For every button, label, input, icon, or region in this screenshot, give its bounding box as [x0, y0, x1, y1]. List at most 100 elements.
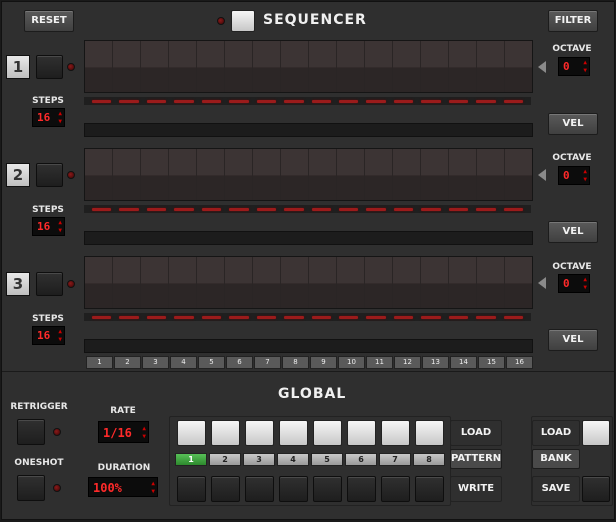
- step-number-4: 4: [170, 356, 197, 369]
- track-mute-button[interactable]: [36, 272, 63, 296]
- page-title: SEQUENCER: [263, 12, 367, 28]
- sequencer-panel: RESET SEQUENCER FILTER 1 OCTAVE 0 ▲ ▼ STEP…: [1, 1, 615, 520]
- pattern-select-7[interactable]: 7: [379, 453, 411, 466]
- octave-display[interactable]: 0 ▲ ▼: [558, 57, 590, 76]
- sequencer-led: [217, 17, 225, 25]
- pattern-write-button[interactable]: WRITE: [450, 476, 502, 502]
- pattern-write-slot-1[interactable]: [177, 476, 206, 502]
- pattern-write-slot-4[interactable]: [279, 476, 308, 502]
- track-led: [67, 280, 75, 288]
- step-number-12: 12: [394, 356, 421, 369]
- step-led-row: [84, 205, 531, 213]
- bank-save-button[interactable]: SAVE: [532, 476, 580, 502]
- pattern-label: PATTERN: [450, 449, 502, 469]
- up-down-arrows-icon: ▲ ▼: [58, 219, 62, 234]
- octave-value: 0: [563, 277, 570, 290]
- pattern-load-slot-1[interactable]: [177, 420, 206, 446]
- pattern-load-slot-7[interactable]: [381, 420, 410, 446]
- octave-display[interactable]: 0 ▲ ▼: [558, 166, 590, 185]
- pattern-load-slot-5[interactable]: [313, 420, 342, 446]
- arrow-left-icon: [538, 61, 546, 73]
- oneshot-button[interactable]: [17, 475, 45, 501]
- step-number-6: 6: [226, 356, 253, 369]
- pattern-load-slot-6[interactable]: [347, 420, 376, 446]
- octave-label: OCTAVE: [552, 153, 592, 163]
- vel-button[interactable]: VEL: [548, 329, 598, 351]
- pattern-select-4[interactable]: 4: [277, 453, 309, 466]
- steps-value: 16: [37, 220, 51, 233]
- pattern-write-slot-2[interactable]: [211, 476, 240, 502]
- pattern-write-slot-6[interactable]: [347, 476, 376, 502]
- rate-label: RATE: [110, 406, 136, 416]
- step-number-11: 11: [366, 356, 393, 369]
- velocity-bar[interactable]: [84, 231, 533, 245]
- pattern-select-3[interactable]: 3: [243, 453, 275, 466]
- octave-display[interactable]: 0 ▲ ▼: [558, 274, 590, 293]
- track-led: [67, 63, 75, 71]
- pattern-load-slot-3[interactable]: [245, 420, 274, 446]
- pattern-load-slot-2[interactable]: [211, 420, 240, 446]
- filter-button[interactable]: FILTER: [548, 10, 598, 32]
- step-number-3: 3: [142, 356, 169, 369]
- step-number-1: 1: [86, 356, 113, 369]
- pattern-select-6[interactable]: 6: [345, 453, 377, 466]
- steps-display[interactable]: 16 ▲ ▼: [32, 217, 65, 236]
- pattern-select-2[interactable]: 2: [209, 453, 241, 466]
- steps-display[interactable]: 16 ▲ ▼: [32, 108, 65, 127]
- up-down-arrows-icon: ▲ ▼: [142, 425, 146, 440]
- bank-load-button[interactable]: LOAD: [532, 420, 580, 446]
- steps-value: 16: [37, 111, 51, 124]
- vel-button[interactable]: VEL: [548, 221, 598, 243]
- step-number-2: 2: [114, 356, 141, 369]
- pattern-write-slot-3[interactable]: [245, 476, 274, 502]
- arrow-left-icon: [538, 277, 546, 289]
- pattern-load-slot-8[interactable]: [415, 420, 444, 446]
- pattern-write-slot-8[interactable]: [415, 476, 444, 502]
- step-number-5: 5: [198, 356, 225, 369]
- velocity-bar[interactable]: [84, 123, 533, 137]
- rate-display[interactable]: 1/16 ▲ ▼: [98, 421, 149, 443]
- bank-save-toggle[interactable]: [582, 476, 610, 502]
- up-down-arrows-icon: ▲ ▼: [58, 328, 62, 343]
- track-mute-button[interactable]: [36, 163, 63, 187]
- velocity-bar[interactable]: [84, 339, 533, 353]
- pattern-load-slot-4[interactable]: [279, 420, 308, 446]
- sequencer-toggle-button[interactable]: [231, 10, 255, 32]
- bank-load-toggle[interactable]: [582, 420, 610, 446]
- oneshot-label: ONESHOT: [14, 458, 64, 468]
- global-title: GLOBAL: [278, 386, 347, 402]
- duration-display[interactable]: 100% ▲ ▼: [88, 477, 158, 497]
- reset-button[interactable]: RESET: [24, 10, 74, 32]
- note-grid[interactable]: [84, 148, 533, 201]
- section-divider: [2, 371, 614, 372]
- pattern-select-5[interactable]: 5: [311, 453, 343, 466]
- pattern-load-button[interactable]: LOAD: [450, 420, 502, 446]
- steps-value: 16: [37, 329, 51, 342]
- steps-label: STEPS: [32, 205, 64, 215]
- up-down-arrows-icon: ▲ ▼: [583, 168, 587, 183]
- steps-label: STEPS: [32, 96, 64, 106]
- octave-value: 0: [563, 60, 570, 73]
- up-down-arrows-icon: ▲ ▼: [583, 59, 587, 74]
- note-grid[interactable]: [84, 256, 533, 309]
- pattern-select-8[interactable]: 8: [413, 453, 445, 466]
- up-down-arrows-icon: ▲ ▼: [58, 110, 62, 125]
- steps-label: STEPS: [32, 314, 64, 324]
- track-number: 3: [6, 272, 30, 296]
- octave-label: OCTAVE: [552, 44, 592, 54]
- steps-display[interactable]: 16 ▲ ▼: [32, 326, 65, 345]
- step-number-10: 10: [338, 356, 365, 369]
- step-number-13: 13: [422, 356, 449, 369]
- track-mute-button[interactable]: [36, 55, 63, 79]
- retrigger-led: [53, 428, 61, 436]
- note-grid[interactable]: [84, 40, 533, 93]
- pattern-select-1[interactable]: 1: [175, 453, 207, 466]
- retrigger-button[interactable]: [17, 419, 45, 445]
- pattern-write-slot-5[interactable]: [313, 476, 342, 502]
- bank-label: BANK: [532, 449, 580, 469]
- vel-button[interactable]: VEL: [548, 113, 598, 135]
- oneshot-led: [53, 484, 61, 492]
- track-number: 2: [6, 163, 30, 187]
- pattern-write-slot-7[interactable]: [381, 476, 410, 502]
- step-led-row: [84, 97, 531, 105]
